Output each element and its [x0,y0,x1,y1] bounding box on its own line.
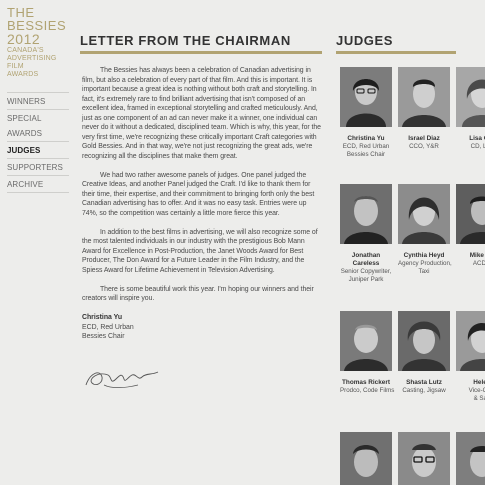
judge-card[interactable]: Jonathan Careless Senior Copywriter, Jun… [340,184,392,284]
signature-block: Christina Yu ECD, Red Urban Bessies Chai… [82,313,322,342]
judge-role: Bessies Chair [346,151,386,158]
judge-card[interactable]: Helen Vice-Chai & Sau [456,311,485,403]
judge-card[interactable] [340,432,392,485]
judge-photo [456,432,485,485]
judge-photo [398,432,450,485]
letter-paragraph: In addition to the best films in adverti… [82,228,318,274]
judge-photo [456,184,485,244]
judge-role: Agency Production, [398,260,452,267]
sidebar: THE BESSIES 2012 CANADA'S ADVERTISING FI… [7,6,69,193]
judge-card[interactable]: Thomas Rickert Prodco, Code Films [340,311,395,395]
judge-photo [340,311,392,371]
judges-section: JUDGES [336,34,485,54]
judge-card[interactable] [456,432,485,485]
judge-role: CCO, Y&R [409,143,439,150]
judge-role: Prodco, Code Films [340,387,395,394]
judge-name: Christina Yu [347,135,385,142]
judge-role: Casting, Jigsaw [402,387,446,394]
judge-name-line2: Careless [352,260,380,267]
handwritten-signature [85,371,159,388]
judges-heading: JUDGES [336,33,394,48]
judge-role: Taxi [418,268,430,275]
judge-role: ECD, Red Urban [342,143,390,150]
nav-item-special-awards[interactable]: SPECIAL AWARDS [7,110,69,142]
judge-card[interactable]: Lisa Gre CD, Leo [456,67,485,151]
nav-item-archive[interactable]: ARCHIVE [7,176,69,193]
main-nav: WINNERS SPECIAL AWARDS JUDGES SUPPORTERS… [7,92,69,193]
judge-photo [398,67,450,127]
logo-line-year: 2012 [7,31,41,47]
judge-card[interactable]: Israel Diaz CCO, Y&R [398,67,450,151]
logo-sub-3: FILM [7,63,24,70]
logo-sub-4: AWARDS [7,71,39,78]
judge-name: Israel Diaz [408,135,440,142]
nav-item-winners[interactable]: WINNERS [7,92,69,110]
letter-paragraph: There is some beautiful work this year. … [82,285,314,303]
judge-photo [456,67,485,127]
judge-card[interactable]: Shasta Lutz Casting, Jigsaw [398,311,450,395]
judge-name: Cynthia Heyd [403,252,445,259]
signer-role: Bessies Chair [82,333,125,340]
heading-rule [336,51,456,54]
logo-sub-2: ADVERTISING [7,55,57,62]
letter-section: LETTER FROM THE CHAIRMAN The Bessies has… [80,34,322,400]
nav-item-supporters[interactable]: SUPPORTERS [7,159,69,176]
signer-name: Christina Yu [82,314,123,321]
judge-name: Shasta Lutz [406,379,442,386]
judge-photo [340,184,392,244]
logo-sub-1: CANADA'S [7,47,44,54]
judge-name: Mike Do [469,252,485,259]
letter-paragraph: We had two rather awesome panels of judg… [82,171,315,217]
judge-role: Senior Copywriter, [340,268,392,275]
bessies-logo[interactable]: THE BESSIES 2012 CANADA'S ADVERTISING FI… [7,6,69,79]
judge-card[interactable]: Mike Do ACD, I [456,184,485,268]
letter-heading: LETTER FROM THE CHAIRMAN [80,33,291,48]
judge-card[interactable]: Christina Yu ECD, Red Urban Bessies Chai… [340,67,392,159]
judge-photo [398,311,450,371]
judge-role: ACD, I [472,260,485,267]
judge-photo [398,184,450,244]
judge-role: CD, Leo [470,143,485,150]
heading-rule [80,51,322,54]
signer-title: ECD, Red Urban [82,323,134,331]
nav-item-judges[interactable]: JUDGES [7,142,69,159]
judge-photo [456,311,485,371]
letter-paragraph: The Bessies has always been a celebratio… [82,67,321,160]
judge-role: & Sau [473,395,485,402]
judge-name: Jonathan [351,252,381,259]
judge-card[interactable]: Cynthia Heyd Agency Production, Taxi [398,184,452,276]
judge-name: Helen [473,379,485,386]
judge-photo [340,432,392,485]
judge-photo [340,67,392,127]
judge-role: Vice-Chai [468,387,485,394]
letter-body: The Bessies has always been a celebratio… [80,66,322,400]
judge-role: Juniper Park [348,276,384,283]
judge-name: Thomas Rickert [342,379,390,386]
judge-card[interactable] [398,432,450,485]
judges-grid: Christina Yu ECD, Red Urban Bessies Chai… [340,67,485,485]
judge-name: Lisa Gre [469,135,485,142]
